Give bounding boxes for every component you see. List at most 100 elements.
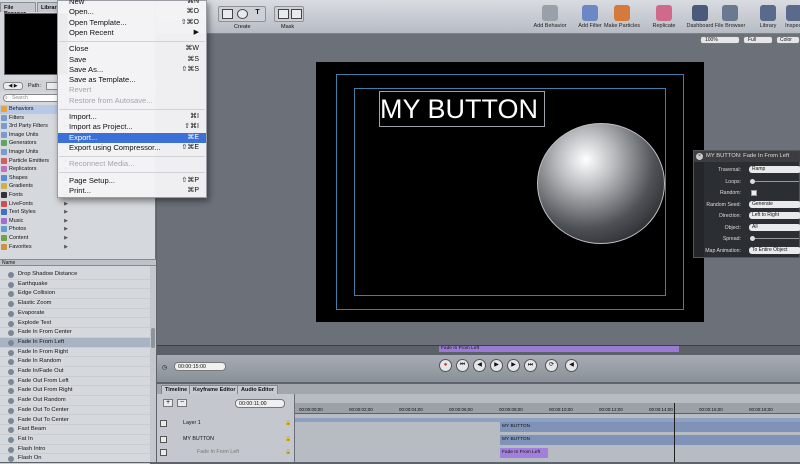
hud-value[interactable]: All xyxy=(749,223,800,231)
library-category[interactable]: Content ▶ xyxy=(0,234,70,243)
list-item[interactable]: Fade Out To Center xyxy=(0,406,150,416)
hud-slider[interactable] xyxy=(751,238,799,239)
playhead[interactable] xyxy=(674,403,675,462)
list-item[interactable]: Fade Out To Center xyxy=(0,416,150,426)
hud-slider[interactable] xyxy=(751,180,799,182)
sphere-object[interactable] xyxy=(537,123,665,244)
list-item[interactable]: Flash Intro xyxy=(0,445,150,455)
list-item[interactable]: Fade In From Center xyxy=(0,328,150,338)
list-item[interactable]: Fade In From Right xyxy=(0,348,150,358)
lock-icon[interactable]: 🔒 xyxy=(285,449,291,455)
menu-item-export-using-compressor[interactable]: Export using Compressor... ⇧⌘E xyxy=(58,143,206,153)
scrollbar[interactable] xyxy=(150,266,156,462)
track-enable-checkbox[interactable] xyxy=(160,420,167,427)
go-to-end-icon[interactable]: ⏭ xyxy=(524,359,537,372)
add-layer-icon[interactable]: + xyxy=(163,399,173,407)
tab-keyframe-editor[interactable]: Keyframe Editor xyxy=(189,385,240,394)
library-category[interactable]: Photos ▶ xyxy=(0,225,70,234)
menu-item-print[interactable]: Print... ⌘P xyxy=(58,186,206,196)
list-item[interactable]: Drop Shadow Distance xyxy=(0,270,150,280)
file-browser-button[interactable]: File Browser xyxy=(710,5,750,29)
menu-item-open[interactable]: Open... ⌘O xyxy=(58,7,206,17)
mini-timeline-bar[interactable]: Fade In From Left xyxy=(439,346,679,352)
list-item[interactable]: Fast Beam xyxy=(0,425,150,435)
play-icon[interactable]: ▶ xyxy=(490,359,503,372)
go-to-start-icon[interactable]: ⏮ xyxy=(456,359,469,372)
list-item[interactable]: Earthquake xyxy=(0,280,150,290)
color-mode-select[interactable]: Color xyxy=(776,36,800,44)
menu-item-open-recent[interactable]: Open Recent ▶ xyxy=(58,28,206,38)
list-item[interactable]: Edge Collision xyxy=(0,289,150,300)
tab-audio-editor[interactable]: Audio Editor xyxy=(237,385,278,394)
resolution-select[interactable]: Full xyxy=(743,36,773,44)
back-forward-icon[interactable]: ◀ ▶ xyxy=(3,82,23,90)
loop-icon[interactable]: ⟳ xyxy=(545,359,558,372)
track-enable-checkbox[interactable] xyxy=(160,436,167,443)
timeline-ruler[interactable]: 00:00:00;00 00:00:02;00 00:00:04;00 00:00:0… xyxy=(295,403,800,414)
create-tools: T xyxy=(218,6,266,22)
mask-bezier-icon[interactable] xyxy=(291,9,302,19)
object-bar[interactable]: MY BUTTON xyxy=(500,422,800,432)
mask-rect-icon[interactable] xyxy=(278,9,289,19)
lock-icon[interactable]: 🔒 xyxy=(285,420,291,426)
name-column-header[interactable]: Name xyxy=(0,259,156,266)
hud-panel[interactable]: × MY BUTTON: Fade In From Left Traversal… xyxy=(693,150,800,258)
duration-timecode[interactable]: 00:00:15:00 xyxy=(174,362,226,371)
object-bar[interactable]: MY BUTTON xyxy=(500,435,800,445)
tab-file-browser[interactable]: File Browser xyxy=(0,2,36,17)
menu-item-import[interactable]: Import... ⌘I xyxy=(58,112,206,122)
hud-value[interactable]: To Entire Object xyxy=(749,246,800,254)
list-item[interactable]: Fade Out From Left xyxy=(0,377,150,387)
menu-item-import-as-project[interactable]: Import as Project... ⇧⌘I xyxy=(58,122,206,132)
lock-icon[interactable]: 🔒 xyxy=(285,436,291,442)
step-forward-icon[interactable]: ▶ xyxy=(507,359,520,372)
random-checkbox[interactable] xyxy=(751,190,757,196)
menu-item-new[interactable]: New ⌘N xyxy=(58,0,206,7)
rectangle-icon[interactable] xyxy=(222,9,233,19)
canvas-title-text[interactable]: MY BUTTON xyxy=(379,91,545,127)
audio-icon[interactable]: ◀ xyxy=(565,359,578,372)
list-item[interactable]: Evaporate xyxy=(0,309,150,319)
menu-item-save[interactable]: Save ⌘S xyxy=(58,55,206,65)
list-item[interactable]: Explode Text xyxy=(0,319,150,329)
library-category[interactable]: LiveFonts ▶ xyxy=(0,200,70,209)
make-particles-button[interactable]: Make Particles xyxy=(602,5,642,29)
behavior-bar[interactable]: Fade In From Left xyxy=(500,448,548,458)
list-item[interactable]: Fade In/Fade Out xyxy=(0,367,150,377)
close-icon[interactable]: × xyxy=(696,153,703,160)
inspect-button[interactable]: Inspect xyxy=(774,5,800,29)
hud-value[interactable]: Generate xyxy=(749,200,800,208)
add-behavior-button[interactable]: Add Behavior xyxy=(530,5,570,29)
menu-item-save-as-template[interactable]: Save as Template... xyxy=(58,75,206,85)
menu-item-save-as[interactable]: Save As... ⇧⌘S xyxy=(58,65,206,75)
text-tool-icon[interactable]: T xyxy=(252,9,263,19)
list-item[interactable]: Flash On xyxy=(0,454,150,464)
menu-item-open-template[interactable]: Open Template... ⇧⌘O xyxy=(58,18,206,28)
timeline-track[interactable]: Fade In From Left 🔒 xyxy=(157,447,800,459)
remove-layer-icon[interactable]: − xyxy=(177,399,187,407)
track-enable-checkbox[interactable] xyxy=(160,449,167,456)
list-item[interactable]: Fade In Random xyxy=(0,357,150,367)
tab-timeline[interactable]: Timeline xyxy=(161,385,192,394)
library-category[interactable]: Favorites ▶ xyxy=(0,243,70,252)
current-time-field[interactable]: 00:00:11;00 xyxy=(235,399,285,408)
hud-value[interactable]: Ramp xyxy=(749,166,800,173)
record-icon[interactable]: ● xyxy=(439,359,452,372)
list-item[interactable]: Fade In From Left xyxy=(0,337,150,348)
list-item[interactable]: Fade Out Random xyxy=(0,396,150,406)
slider-thumb[interactable] xyxy=(750,178,755,184)
menu-item-export[interactable]: Export... ⌘E xyxy=(58,132,206,143)
list-item[interactable]: Fade Out From Right xyxy=(0,386,150,397)
step-back-icon[interactable]: ◀ xyxy=(473,359,486,372)
library-category[interactable]: Music ▶ xyxy=(0,217,70,226)
library-category[interactable]: Text Styles ▶ xyxy=(0,208,70,217)
zoom-select[interactable]: 100% xyxy=(700,36,740,44)
slider-thumb[interactable] xyxy=(750,236,755,241)
menu-item-close[interactable]: Close ⌘W xyxy=(58,44,206,54)
list-item[interactable]: Elastic Zoom xyxy=(0,299,150,309)
replicate-button[interactable]: Replicate xyxy=(644,5,684,29)
hud-value[interactable]: Left to Right xyxy=(749,212,800,219)
menu-item-page-setup[interactable]: Page Setup... ⇧⌘P xyxy=(58,176,206,186)
circle-icon[interactable] xyxy=(237,9,248,19)
list-item[interactable]: Fat In xyxy=(0,435,150,445)
